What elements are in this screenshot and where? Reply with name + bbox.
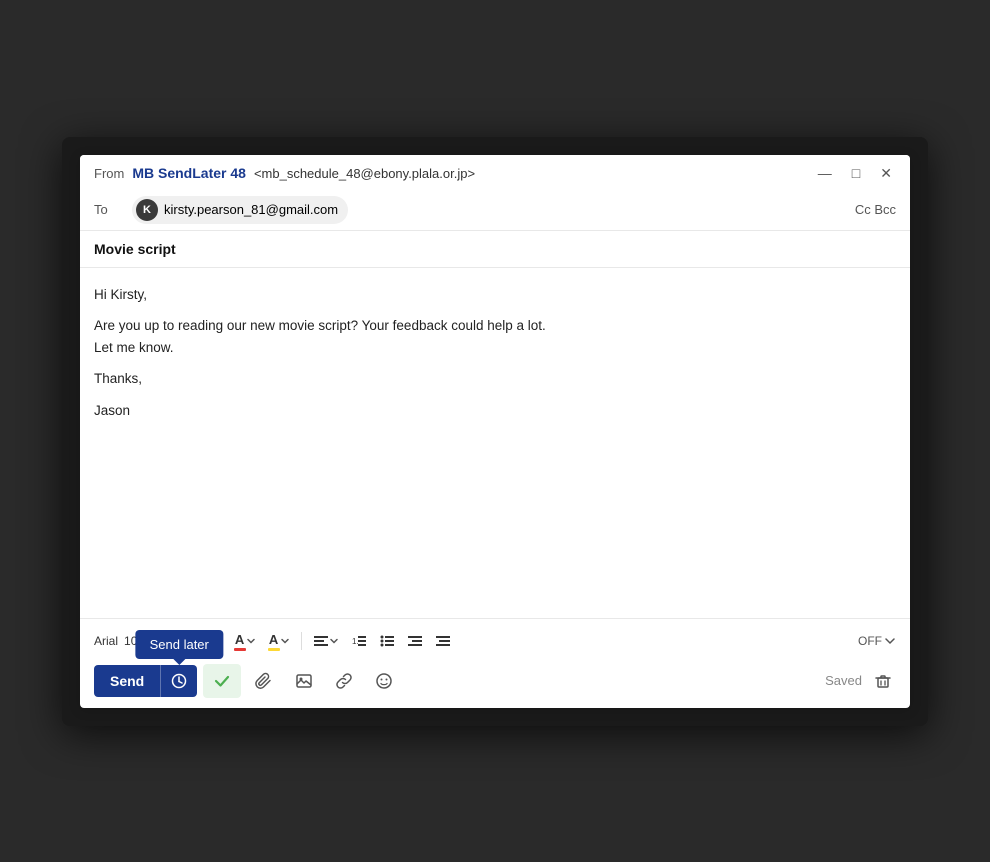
font-size-dropdown[interactable]: 10 (124, 634, 149, 648)
ordered-list-button[interactable]: 1. (346, 630, 372, 652)
svg-text:1.: 1. (352, 637, 359, 646)
attachment-button[interactable] (247, 666, 281, 696)
checkmark-icon (213, 672, 231, 690)
body-line-3: Thanks, (94, 368, 896, 390)
ordered-list-icon: 1. (351, 633, 367, 649)
highlight-chevron-icon (280, 636, 290, 646)
bold-button[interactable]: B (157, 630, 177, 652)
recipient-email: kirsty.pearson_81@gmail.com (164, 202, 338, 217)
align-button[interactable] (308, 630, 344, 652)
maximize-button[interactable]: □ (848, 163, 864, 183)
send-button[interactable]: Send (94, 665, 160, 697)
attachment-icon (255, 672, 273, 690)
unordered-list-icon (379, 633, 395, 649)
font-size-chevron-icon (139, 636, 149, 646)
toolbar-area: Arial 10 B I U A (80, 618, 910, 708)
separator-1 (222, 632, 223, 650)
body-line-1: Hi Kirsty, (94, 284, 896, 306)
saved-label-text: Saved (825, 673, 862, 688)
highlight-button[interactable]: A (263, 629, 295, 654)
underline-icon: U (200, 633, 210, 649)
title-bar-controls: — □ ✕ (814, 163, 896, 184)
subject-row: Movie script (80, 231, 910, 268)
font-size-value: 10 (124, 634, 137, 648)
font-name-label: Arial (94, 634, 118, 648)
format-toolbar: Arial 10 B I U A (94, 625, 896, 658)
body-line-2: Are you up to reading our new movie scri… (94, 315, 896, 358)
underline-button[interactable]: U (195, 630, 215, 652)
image-button[interactable] (287, 666, 321, 696)
checkmark-button[interactable] (203, 664, 241, 698)
saved-area: Saved (825, 668, 896, 694)
off-label: OFF (858, 634, 882, 648)
increase-indent-button[interactable] (430, 630, 456, 652)
off-chevron-icon (884, 635, 896, 647)
highlight-icon: A (268, 632, 280, 651)
recipient-chip[interactable]: K kirsty.pearson_81@gmail.com (132, 196, 348, 224)
unordered-list-button[interactable] (374, 630, 400, 652)
send-button-group: Send Send later (94, 665, 197, 697)
action-bar: Send Send later (94, 658, 896, 708)
italic-button[interactable]: I (180, 630, 194, 652)
subject-text: Movie script (94, 241, 176, 257)
sender-email: <mb_schedule_48@ebony.plala.or.jp> (254, 166, 475, 181)
title-bar-left: From MB SendLater 48 <mb_schedule_48@ebo… (94, 165, 475, 181)
trash-icon (874, 672, 892, 690)
font-color-icon: A (234, 632, 246, 651)
minimize-button[interactable]: — (814, 163, 836, 183)
to-label: To (94, 202, 124, 217)
body-line-4: Jason (94, 400, 896, 422)
delete-button[interactable] (870, 668, 896, 694)
image-icon (295, 672, 313, 690)
email-body[interactable]: Hi Kirsty, Are you up to reading our new… (80, 268, 910, 618)
avatar: K (136, 199, 158, 221)
increase-indent-icon (435, 633, 451, 649)
link-button[interactable] (327, 666, 361, 696)
link-icon (335, 672, 353, 690)
sender-name: MB SendLater 48 (132, 165, 246, 181)
off-toggle[interactable]: OFF (858, 634, 896, 648)
italic-icon: I (185, 633, 189, 649)
align-icon (313, 633, 329, 649)
emoji-button[interactable] (367, 666, 401, 696)
compose-window: From MB SendLater 48 <mb_schedule_48@ebo… (80, 155, 910, 708)
bold-icon: B (162, 633, 172, 649)
font-color-chevron-icon (246, 636, 256, 646)
title-bar: From MB SendLater 48 <mb_schedule_48@ebo… (80, 155, 910, 190)
to-row: To K kirsty.pearson_81@gmail.com Cc Bcc (80, 190, 910, 231)
decrease-indent-button[interactable] (402, 630, 428, 652)
send-later-button[interactable]: Send later (160, 665, 197, 697)
align-chevron-icon (329, 636, 339, 646)
decrease-indent-icon (407, 633, 423, 649)
close-button[interactable]: ✕ (876, 163, 896, 184)
font-color-button[interactable]: A (229, 629, 261, 654)
clock-icon (171, 673, 187, 689)
cc-bcc-button[interactable]: Cc Bcc (855, 202, 896, 217)
window-shadow: From MB SendLater 48 <mb_schedule_48@ebo… (62, 137, 928, 726)
separator-2 (301, 632, 302, 650)
emoji-icon (375, 672, 393, 690)
send-label: Send (110, 673, 144, 689)
from-label: From (94, 166, 124, 181)
